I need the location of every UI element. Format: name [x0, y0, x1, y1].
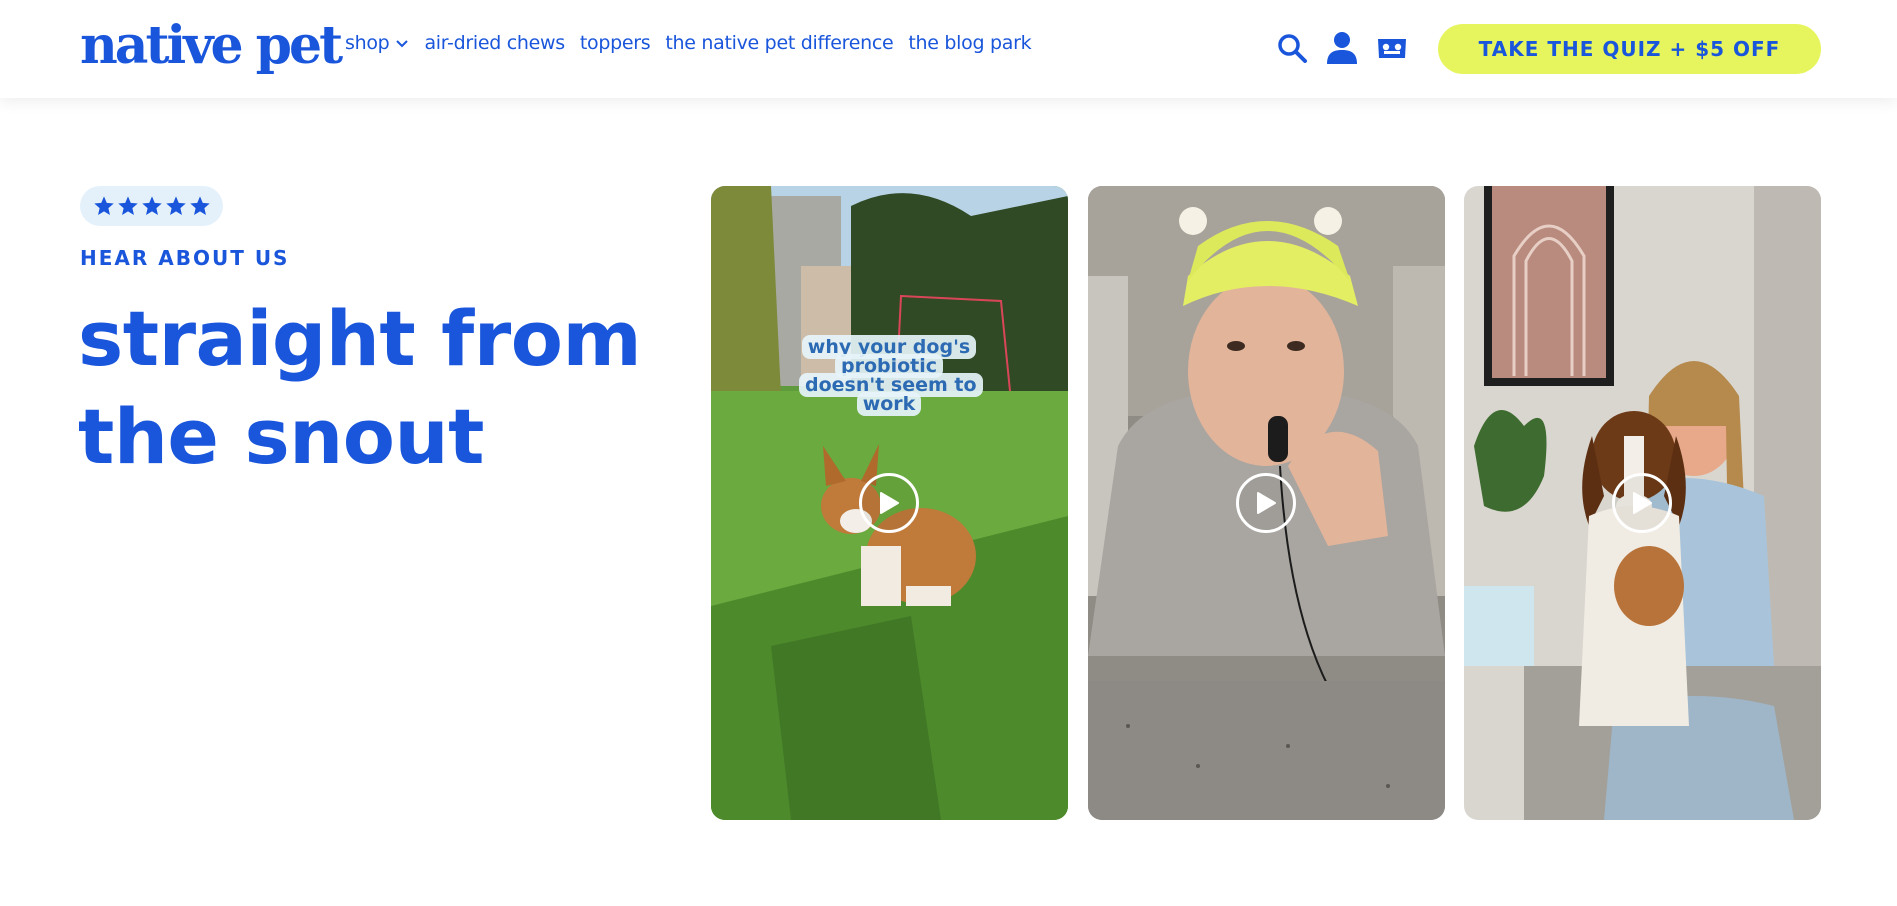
- star-icon: [93, 196, 114, 215]
- play-icon[interactable]: [1236, 473, 1296, 533]
- logo[interactable]: native pet: [80, 10, 343, 82]
- star-icon: [141, 196, 162, 215]
- play-icon[interactable]: [859, 473, 919, 533]
- video-card-beagle[interactable]: [1464, 186, 1821, 820]
- headline-line-1: straight from: [78, 294, 642, 383]
- account-icon[interactable]: [1324, 30, 1360, 66]
- nav-shop-label: shop: [345, 32, 390, 54]
- section-eyebrow: HEAR ABOUT US: [80, 246, 290, 270]
- headline-line-2: the snout: [78, 392, 484, 481]
- video-card-microphone[interactable]: [1088, 186, 1445, 820]
- take-quiz-button[interactable]: TAKE THE QUIZ + $5 OFF: [1438, 24, 1821, 74]
- section-headline: straight from the snout: [78, 290, 678, 486]
- nav-native-pet-difference[interactable]: the native pet difference: [665, 32, 893, 54]
- rating-badge: [80, 186, 223, 226]
- star-icon: [117, 196, 138, 215]
- nav-blog-park[interactable]: the blog park: [908, 32, 1031, 54]
- star-icon: [165, 196, 186, 215]
- nav-air-dried-chews[interactable]: air-dried chews: [424, 32, 565, 54]
- cart-icon[interactable]: [1374, 30, 1410, 66]
- header-icons: [1274, 30, 1424, 66]
- chevron-down-icon: [395, 32, 409, 54]
- star-icon: [189, 196, 210, 215]
- site-header: native pet shop air-dried chews toppers …: [0, 0, 1897, 98]
- video-caption: why your dog's probiotic doesn't seem to…: [799, 335, 983, 416]
- nav-shop[interactable]: shop: [345, 32, 409, 54]
- nav-toppers[interactable]: toppers: [580, 32, 651, 54]
- play-icon[interactable]: [1612, 473, 1672, 533]
- video-card-corgi[interactable]: why your dog's probiotic doesn't seem to…: [711, 186, 1068, 820]
- main-nav: shop air-dried chews toppers the native …: [345, 32, 1046, 54]
- search-icon[interactable]: [1274, 30, 1310, 66]
